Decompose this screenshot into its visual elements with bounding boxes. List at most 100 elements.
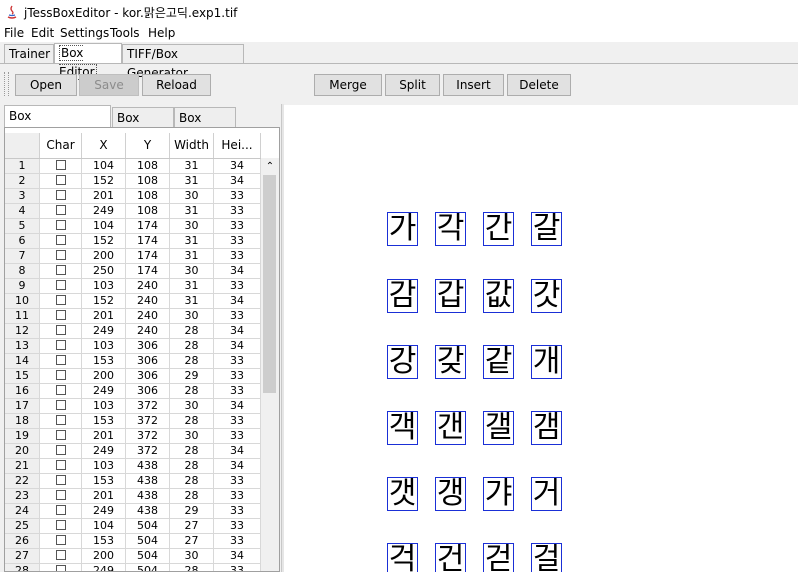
width-cell[interactable]: 28: [170, 444, 214, 459]
height-cell[interactable]: 33: [214, 429, 261, 444]
glyph-box[interactable]: 간: [483, 212, 514, 246]
table-row[interactable]: 7 200 174 31 33: [5, 249, 261, 264]
table-row[interactable]: 27 200 504 30 34: [5, 549, 261, 564]
width-cell[interactable]: 27: [170, 519, 214, 534]
width-cell[interactable]: 28: [170, 474, 214, 489]
table-row[interactable]: 6 152 174 31 33: [5, 234, 261, 249]
x-cell[interactable]: 152: [82, 294, 126, 309]
char-cell[interactable]: [40, 339, 82, 354]
height-cell[interactable]: 33: [214, 249, 261, 264]
tab-trainer[interactable]: Trainer: [4, 44, 54, 63]
char-cell[interactable]: [40, 159, 82, 174]
width-cell[interactable]: 30: [170, 309, 214, 324]
char-cell[interactable]: [40, 204, 82, 219]
char-cell[interactable]: [40, 534, 82, 549]
menu-tools[interactable]: Tools: [110, 26, 140, 40]
y-cell[interactable]: 108: [126, 174, 170, 189]
y-cell[interactable]: 504: [126, 549, 170, 564]
width-cell[interactable]: 30: [170, 219, 214, 234]
y-cell[interactable]: 306: [126, 354, 170, 369]
height-cell[interactable]: 33: [214, 219, 261, 234]
glyph-box[interactable]: 걱: [387, 543, 418, 572]
width-cell[interactable]: 31: [170, 279, 214, 294]
y-cell[interactable]: 174: [126, 219, 170, 234]
glyph-box[interactable]: 갸: [483, 477, 514, 511]
y-cell[interactable]: 504: [126, 534, 170, 549]
y-cell[interactable]: 306: [126, 369, 170, 384]
reload-button[interactable]: Reload: [142, 74, 211, 96]
width-cell[interactable]: 31: [170, 294, 214, 309]
x-cell[interactable]: 152: [82, 234, 126, 249]
x-cell[interactable]: 153: [82, 474, 126, 489]
height-cell[interactable]: 34: [214, 459, 261, 474]
split-button[interactable]: Split: [385, 74, 440, 96]
tab-box-view[interactable]: Box View: [174, 107, 236, 145]
x-cell[interactable]: 103: [82, 459, 126, 474]
image-canvas[interactable]: 가각간갈감갑값갓강갖같개객갠갤갬갯갱갸거걱건걷걸: [284, 105, 798, 572]
char-cell[interactable]: [40, 369, 82, 384]
tab-box-data[interactable]: Box Data: [112, 107, 174, 145]
table-row[interactable]: 14 153 306 28 33: [5, 354, 261, 369]
char-cell[interactable]: [40, 324, 82, 339]
char-cell[interactable]: [40, 489, 82, 504]
y-cell[interactable]: 306: [126, 339, 170, 354]
x-cell[interactable]: 201: [82, 489, 126, 504]
table-row[interactable]: 10 152 240 31 34: [5, 294, 261, 309]
char-cell[interactable]: [40, 459, 82, 474]
width-cell[interactable]: 27: [170, 534, 214, 549]
width-cell[interactable]: 29: [170, 369, 214, 384]
glyph-box[interactable]: 각: [435, 212, 466, 246]
x-cell[interactable]: 153: [82, 414, 126, 429]
header-width[interactable]: Width: [170, 133, 214, 158]
x-cell[interactable]: 249: [82, 444, 126, 459]
char-cell[interactable]: [40, 429, 82, 444]
height-cell[interactable]: 34: [214, 339, 261, 354]
width-cell[interactable]: 30: [170, 399, 214, 414]
char-cell[interactable]: [40, 354, 82, 369]
table-row[interactable]: 11 201 240 30 33: [5, 309, 261, 324]
y-cell[interactable]: 174: [126, 264, 170, 279]
tab-box-editor[interactable]: Box Editor: [54, 43, 122, 80]
height-cell[interactable]: 34: [214, 294, 261, 309]
table-row[interactable]: 21 103 438 28 34: [5, 459, 261, 474]
height-cell[interactable]: 34: [214, 159, 261, 174]
table-row[interactable]: 16 249 306 28 33: [5, 384, 261, 399]
glyph-box[interactable]: 갓: [531, 279, 562, 313]
width-cell[interactable]: 29: [170, 504, 214, 519]
height-cell[interactable]: 34: [214, 399, 261, 414]
table-row[interactable]: 13 103 306 28 34: [5, 339, 261, 354]
glyph-box[interactable]: 가: [387, 212, 418, 246]
table-row[interactable]: 22 153 438 28 33: [5, 474, 261, 489]
glyph-box[interactable]: 건: [435, 543, 466, 572]
y-cell[interactable]: 174: [126, 249, 170, 264]
table-row[interactable]: 19 201 372 30 33: [5, 429, 261, 444]
table-row[interactable]: 9 103 240 31 33: [5, 279, 261, 294]
height-cell[interactable]: 34: [214, 549, 261, 564]
width-cell[interactable]: 28: [170, 354, 214, 369]
x-cell[interactable]: 103: [82, 279, 126, 294]
y-cell[interactable]: 108: [126, 204, 170, 219]
height-cell[interactable]: 33: [214, 204, 261, 219]
width-cell[interactable]: 30: [170, 264, 214, 279]
height-cell[interactable]: 34: [214, 174, 261, 189]
save-button[interactable]: Save: [79, 74, 139, 96]
height-cell[interactable]: 33: [214, 279, 261, 294]
x-cell[interactable]: 104: [82, 159, 126, 174]
char-cell[interactable]: [40, 474, 82, 489]
table-row[interactable]: 23 201 438 28 33: [5, 489, 261, 504]
y-cell[interactable]: 108: [126, 189, 170, 204]
vertical-scrollbar[interactable]: ⌃: [261, 158, 279, 571]
table-row[interactable]: 5 104 174 30 33: [5, 219, 261, 234]
scroll-thumb[interactable]: [263, 175, 276, 393]
char-cell[interactable]: [40, 309, 82, 324]
x-cell[interactable]: 249: [82, 384, 126, 399]
y-cell[interactable]: 108: [126, 159, 170, 174]
char-cell[interactable]: [40, 279, 82, 294]
y-cell[interactable]: 240: [126, 309, 170, 324]
glyph-box[interactable]: 갬: [531, 411, 562, 445]
x-cell[interactable]: 153: [82, 534, 126, 549]
char-cell[interactable]: [40, 504, 82, 519]
x-cell[interactable]: 104: [82, 219, 126, 234]
menu-file[interactable]: File: [4, 26, 24, 40]
width-cell[interactable]: 30: [170, 189, 214, 204]
